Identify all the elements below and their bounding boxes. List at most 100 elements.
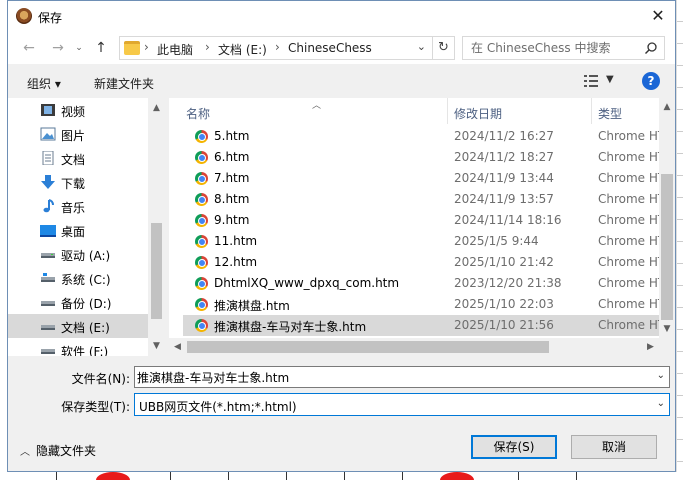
file-type: Chrome HTI <box>598 255 659 269</box>
sidebar-item-drive-e[interactable]: 文档 (E:) <box>8 314 148 338</box>
navigation-pane-scrollbar[interactable]: ▲ ▼ <box>148 98 166 356</box>
file-date: 2025/1/10 22:03 <box>454 297 554 311</box>
view-options-icon[interactable] <box>584 75 598 87</box>
breadcrumb-chinesechess[interactable]: ChineseChess <box>288 41 372 55</box>
hide-folders-toggle[interactable]: ︿ 隐藏文件夹 <box>20 442 96 459</box>
organize-menu[interactable]: 组织 ▾ <box>27 75 61 92</box>
hide-folders-label: 隐藏文件夹 <box>36 444 97 458</box>
chevron-down-icon[interactable]: ⌄ <box>657 398 665 409</box>
sidebar-item-label: 音乐 <box>61 201 86 215</box>
chevron-down-icon[interactable]: ⌄ <box>657 370 665 381</box>
save-dialog: 保存 ✕ ← → ⌄ ↑ › 此电脑 › 文档 (E:) › ChineseCh… <box>7 0 676 472</box>
file-type: Chrome HTI <box>598 318 659 332</box>
sidebar-item-drive-d[interactable]: 备份 (D:) <box>8 290 148 314</box>
view-dropdown-icon[interactable]: ▼ <box>606 74 614 85</box>
file-row-selected[interactable]: 推演棋盘-车马对车士象.htm 2025/1/10 21:56 Chrome H… <box>183 315 659 336</box>
file-row[interactable]: 8.htm 2024/11/9 13:57 Chrome HTI <box>183 189 659 210</box>
file-name: 12.htm <box>214 255 258 269</box>
file-type: Chrome HTI <box>598 129 659 143</box>
chrome-html-icon <box>195 235 208 248</box>
close-button[interactable]: ✕ <box>647 5 669 27</box>
scroll-right-arrow[interactable]: ▶ <box>642 338 659 356</box>
file-date: 2024/11/9 13:57 <box>454 192 554 206</box>
back-button[interactable]: ← <box>20 39 38 57</box>
drive-icon <box>41 273 55 282</box>
filename-label: 文件名(N): <box>71 372 130 386</box>
scrollbar-thumb[interactable] <box>661 174 673 320</box>
desktop-icon <box>40 225 56 237</box>
scrollbar-thumb[interactable] <box>151 223 162 319</box>
scroll-up-arrow[interactable]: ▲ <box>148 100 165 117</box>
command-bar: 组织 ▾ 新建文件夹 ▼ ? <box>8 64 675 98</box>
search-icon[interactable] <box>644 41 658 55</box>
forward-button[interactable]: → <box>49 39 67 57</box>
sidebar-item-documents[interactable]: 文档 <box>8 146 148 170</box>
column-header-date[interactable]: 修改日期 <box>454 105 502 122</box>
help-icon[interactable]: ? <box>642 72 660 90</box>
breadcrumb-drive-e[interactable]: 文档 (E:) <box>218 41 267 58</box>
video-icon <box>41 104 55 116</box>
file-row[interactable]: 11.htm 2025/1/5 9:44 Chrome HTI <box>183 231 659 252</box>
document-icon <box>42 151 54 165</box>
file-list-horizontal-scrollbar[interactable]: ◀ ▶ <box>169 338 659 356</box>
filename-input[interactable] <box>137 369 647 385</box>
chrome-html-icon <box>195 214 208 227</box>
file-name: 9.htm <box>214 213 250 227</box>
chevron-down-icon[interactable]: ⌄ <box>417 40 426 53</box>
chrome-html-icon <box>195 193 208 206</box>
scrollbar-thumb[interactable] <box>187 341 549 353</box>
sidebar-item-music[interactable]: 音乐 <box>8 194 148 218</box>
sidebar-item-drive-c[interactable]: 系统 (C:) <box>8 266 148 290</box>
file-list: ︿ 名称 修改日期 类型 5.htm 2024/11/2 16:27 Chrom… <box>169 98 675 356</box>
chess-piece <box>96 472 130 480</box>
scroll-left-arrow[interactable]: ◀ <box>169 338 186 356</box>
sidebar-item-desktop[interactable]: 桌面 <box>8 218 148 242</box>
file-name: 推演棋盘.htm <box>214 299 290 313</box>
sidebar-item-downloads[interactable]: 下载 <box>8 170 148 194</box>
chevron-up-icon: ︿ <box>20 447 30 458</box>
search-box[interactable] <box>462 36 665 60</box>
save-button[interactable]: 保存(S) <box>471 435 557 459</box>
chrome-html-icon <box>195 319 208 332</box>
file-list-vertical-scrollbar[interactable]: ▲ ▼ <box>659 98 675 338</box>
sidebar-item-drive-a[interactable]: 驱动 (A:) <box>8 242 148 266</box>
sidebar-item-label: 视频 <box>61 105 86 119</box>
file-row[interactable]: 7.htm 2024/11/9 13:44 Chrome HTI <box>183 168 659 189</box>
search-input[interactable] <box>471 40 641 56</box>
sidebar-item-drive-f[interactable]: 软件 (F:) <box>8 338 148 356</box>
recent-locations-dropdown[interactable]: ⌄ <box>70 39 88 57</box>
file-row[interactable]: 6.htm 2024/11/2 18:27 Chrome HTI <box>183 147 659 168</box>
scroll-down-arrow[interactable]: ▼ <box>148 338 165 355</box>
sort-ascending-icon: ︿ <box>312 101 322 111</box>
new-folder-button[interactable]: 新建文件夹 <box>94 75 154 92</box>
file-type: Chrome HTI <box>598 297 659 311</box>
file-name: 11.htm <box>214 234 258 248</box>
file-row[interactable]: DhtmlXQ_www_dpxq_com.htm 2023/12/20 21:3… <box>183 273 659 294</box>
scroll-down-arrow[interactable]: ▼ <box>659 321 675 338</box>
cancel-button[interactable]: 取消 <box>571 435 657 459</box>
file-name: DhtmlXQ_www_dpxq_com.htm <box>214 276 400 290</box>
sidebar-item-label: 文档 (E:) <box>61 321 110 335</box>
file-date: 2024/11/2 16:27 <box>454 129 554 143</box>
refresh-icon[interactable]: ↻ <box>432 37 454 59</box>
file-date: 2025/1/10 21:42 <box>454 255 554 269</box>
filename-combobox[interactable]: ⌄ <box>134 366 670 388</box>
column-header-type[interactable]: 类型 <box>598 105 622 122</box>
file-row[interactable]: 5.htm 2024/11/2 16:27 Chrome HTI <box>183 126 659 147</box>
file-name: 7.htm <box>214 171 250 185</box>
file-row[interactable]: 推演棋盘.htm 2025/1/10 22:03 Chrome HTI <box>183 294 659 315</box>
file-date: 2024/11/2 18:27 <box>454 150 554 164</box>
file-name: 8.htm <box>214 192 250 206</box>
breadcrumb-this-pc[interactable]: 此电脑 <box>157 41 193 58</box>
file-date: 2025/1/5 9:44 <box>454 234 539 248</box>
filetype-select[interactable]: UBB网页文件(*.htm;*.html) ⌄ <box>134 393 670 416</box>
address-bar[interactable]: › 此电脑 › 文档 (E:) › ChineseChess ⌄ ↻ <box>119 36 455 60</box>
file-row[interactable]: 12.htm 2025/1/10 21:42 Chrome HTI <box>183 252 659 273</box>
column-header-name[interactable]: 名称 <box>186 105 210 122</box>
sidebar-item-videos[interactable]: 视频 <box>8 98 148 122</box>
scroll-up-arrow[interactable]: ▲ <box>659 99 675 116</box>
up-button[interactable]: ↑ <box>92 39 110 57</box>
sidebar-item-pictures[interactable]: 图片 <box>8 122 148 146</box>
file-row[interactable]: 9.htm 2024/11/14 18:16 Chrome HTI <box>183 210 659 231</box>
sidebar-item-label: 图片 <box>61 129 86 143</box>
